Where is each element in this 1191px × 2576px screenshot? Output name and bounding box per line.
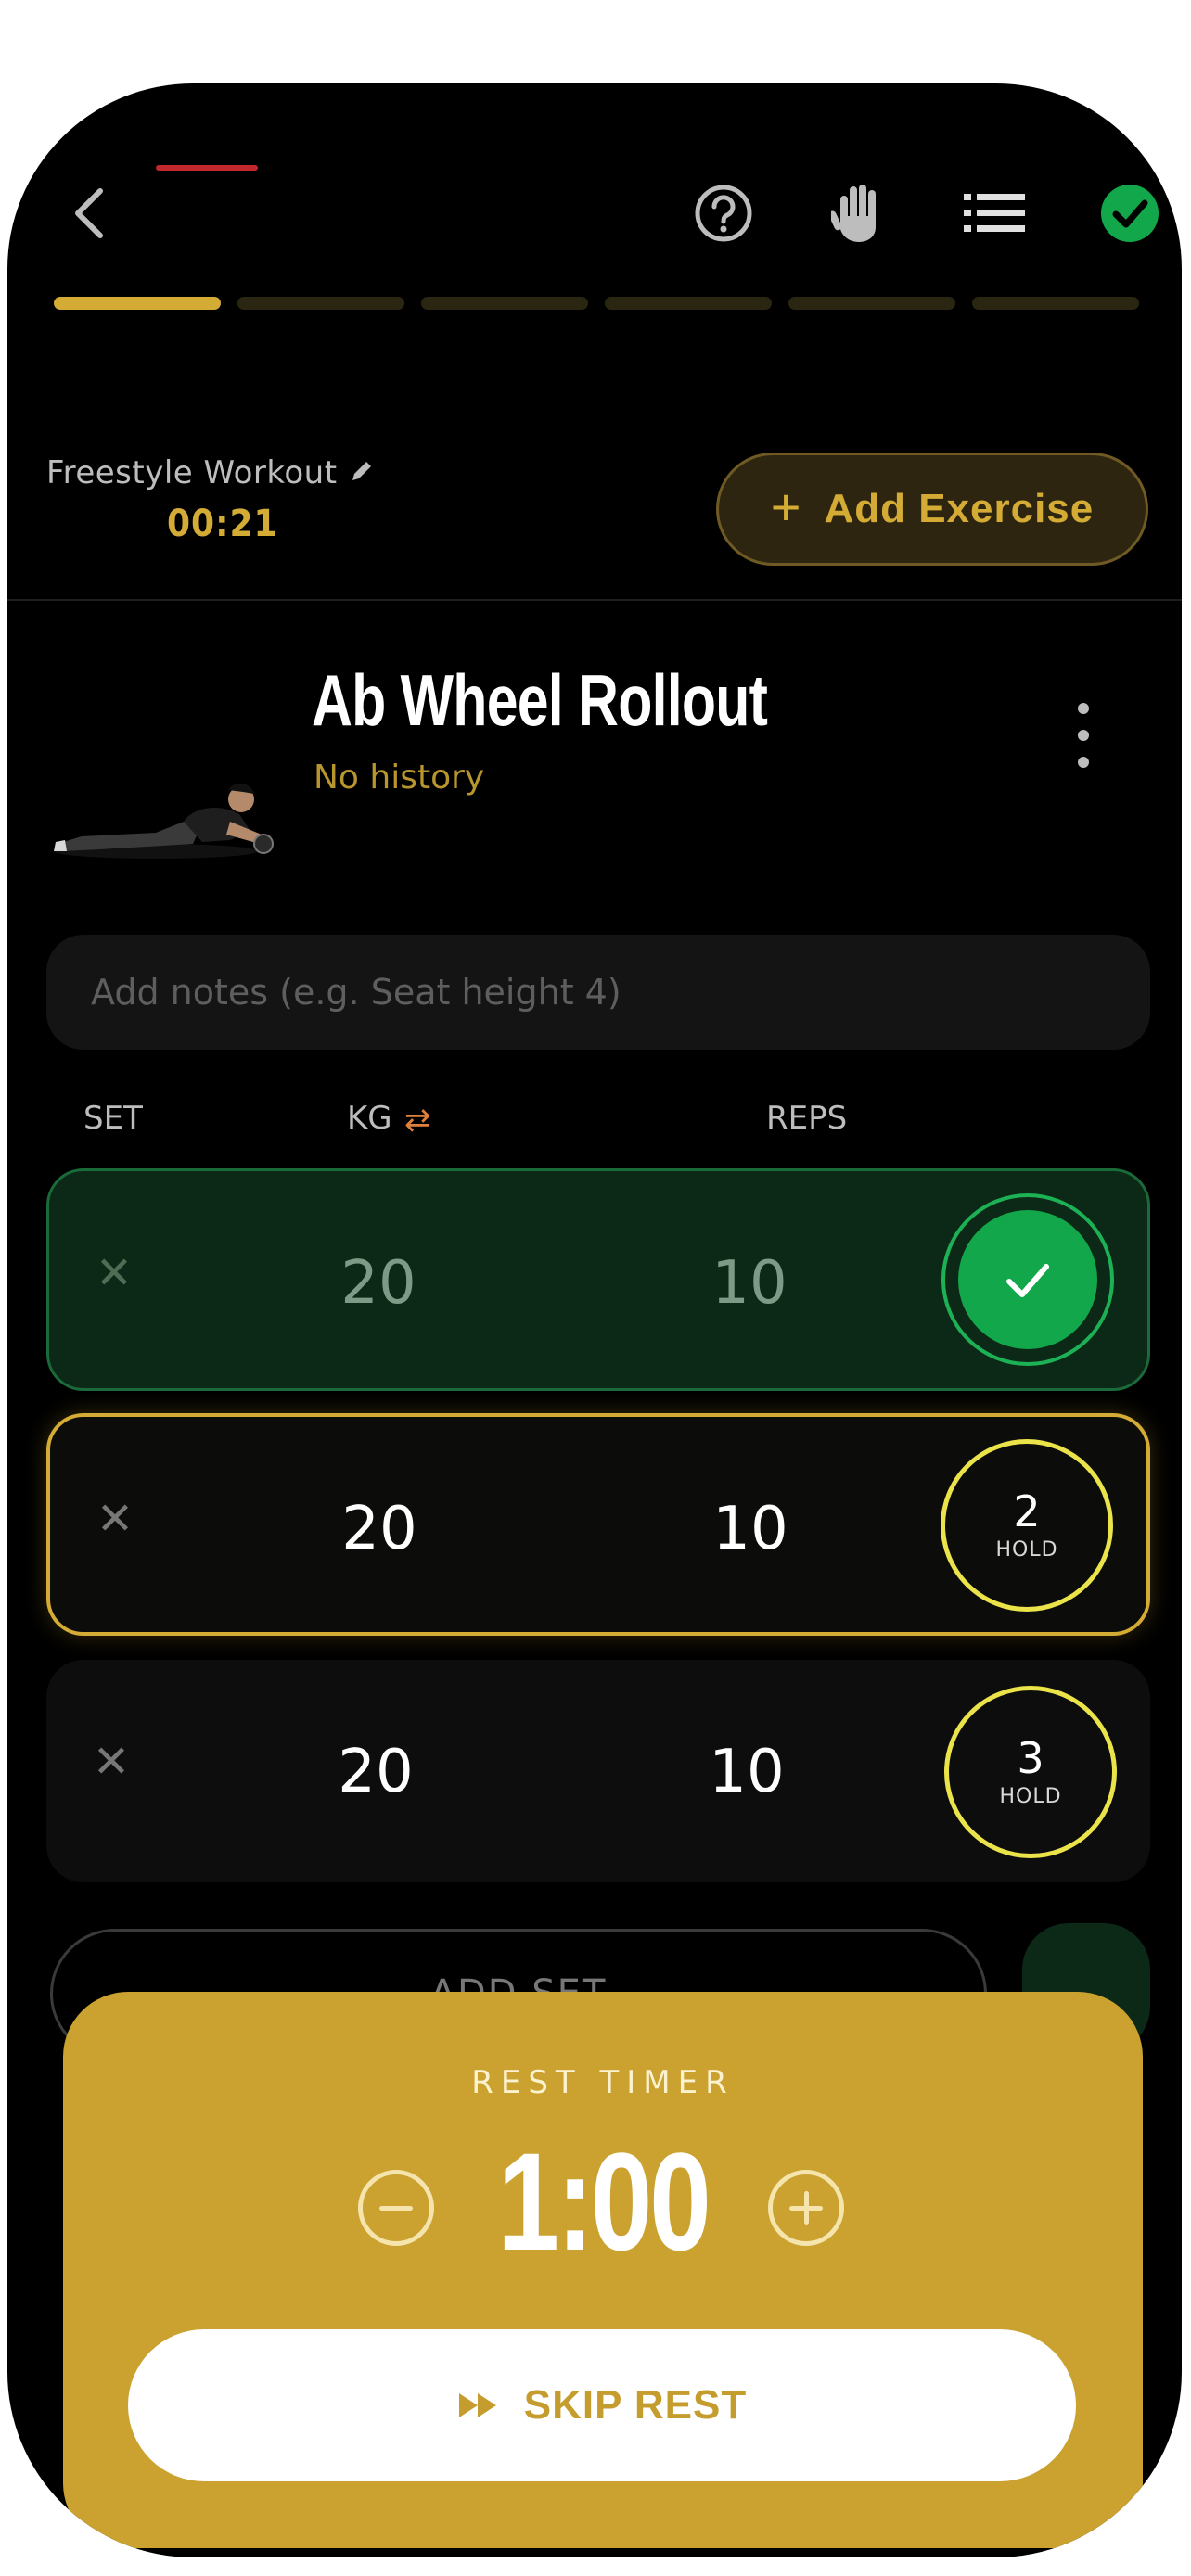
list-icon: [964, 194, 1025, 232]
exercise-history: No history: [314, 759, 485, 797]
set-reps[interactable]: 10: [644, 1495, 857, 1563]
add-exercise-button[interactable]: + Add Exercise: [716, 453, 1148, 566]
divider: [7, 599, 1182, 601]
set-row: ✕ 20 10 2 HOLD: [46, 1413, 1150, 1636]
set-reps[interactable]: 10: [640, 1738, 853, 1806]
progress-segment: [605, 297, 772, 310]
back-button[interactable]: [54, 176, 128, 250]
set-number: 2: [1013, 1486, 1041, 1537]
more-dot-icon: [1078, 703, 1089, 714]
chevron-left-icon: [75, 188, 103, 238]
rest-timer-sheet: REST TIMER 1:00 SKIP REST: [63, 1992, 1143, 2548]
fast-forward-icon: [458, 2393, 496, 2417]
workout-name[interactable]: Freestyle Workout: [46, 454, 338, 491]
exercise-thumbnail[interactable]: [45, 658, 286, 890]
hand-icon: [831, 185, 876, 242]
exercise-list-button[interactable]: [957, 176, 1031, 250]
increase-rest-button[interactable]: [768, 2170, 844, 2246]
hold-label: HOLD: [995, 1537, 1058, 1562]
exercise-more-menu[interactable]: [1065, 703, 1102, 768]
set-reps[interactable]: 10: [643, 1249, 856, 1318]
workout-elapsed-timer: 00:21: [167, 503, 278, 545]
set-hold-button[interactable]: 3 HOLD: [944, 1686, 1117, 1858]
column-header-kg: KG: [347, 1100, 392, 1137]
delete-set-button[interactable]: ✕: [87, 1491, 143, 1547]
delete-set-button[interactable]: ✕: [86, 1245, 142, 1301]
rest-timer-label: REST TIMER: [471, 2064, 735, 2101]
add-exercise-label: Add Exercise: [824, 486, 1095, 531]
delete-set-button[interactable]: ✕: [83, 1734, 139, 1790]
more-dot-icon: [1078, 730, 1089, 741]
set-complete-toggle[interactable]: [941, 1193, 1114, 1366]
check-icon: [1006, 1264, 1049, 1297]
set-row: ✕ 20 10: [46, 1168, 1150, 1391]
help-button[interactable]: [686, 176, 761, 250]
status-accent: [156, 165, 258, 171]
skip-rest-button[interactable]: SKIP REST: [128, 2329, 1076, 2481]
check-circle-icon: [1101, 185, 1159, 242]
set-row: ✕ 20 10 3 HOLD: [46, 1660, 1150, 1882]
set-weight[interactable]: 20: [269, 1738, 482, 1806]
set-weight[interactable]: 20: [272, 1249, 485, 1318]
phone-screen: Freestyle Workout 00:21 + Add Exercise A…: [7, 83, 1182, 2557]
pencil-icon[interactable]: [349, 458, 375, 484]
swap-units-icon[interactable]: ⇄: [404, 1102, 431, 1139]
set-weight[interactable]: 20: [273, 1495, 486, 1563]
stop-button[interactable]: [822, 176, 896, 250]
progress-segment: [237, 297, 404, 310]
rest-timer-value: 1:00: [497, 2123, 711, 2279]
finish-workout-button[interactable]: [1093, 176, 1167, 250]
notes-input[interactable]: [46, 935, 1150, 1050]
column-header-reps: REPS: [766, 1100, 848, 1137]
column-header-set: SET: [83, 1100, 143, 1137]
progress-segment: [972, 297, 1139, 310]
progress-segment: [788, 297, 955, 310]
set-hold-button[interactable]: 2 HOLD: [941, 1439, 1113, 1612]
exercise-title[interactable]: Ab Wheel Rollout: [312, 658, 768, 743]
more-dot-icon: [1078, 757, 1089, 768]
exercise-progress: [54, 297, 1148, 312]
progress-segment: [54, 297, 221, 310]
plus-icon: +: [770, 477, 802, 536]
progress-segment: [421, 297, 588, 310]
help-icon: [695, 185, 752, 242]
set-number: 3: [1017, 1732, 1044, 1783]
hold-label: HOLD: [999, 1784, 1062, 1808]
skip-rest-label: SKIP REST: [523, 2382, 748, 2428]
